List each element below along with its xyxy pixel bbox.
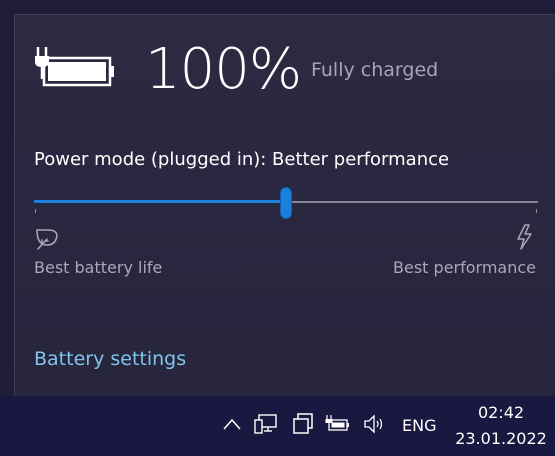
chevron-up-icon[interactable] [218,410,246,438]
taskbar: ENG 02:42 23.01.2022 [0,396,555,456]
task-view-icon[interactable] [289,410,317,438]
slider-fill [34,200,286,203]
screen: 100% Fully charged Power mode (plugged i… [0,0,555,456]
slider-thumb[interactable] [280,187,292,219]
plugged-battery-icon [35,47,114,87]
battery-flyout: 100% Fully charged Power mode (plugged i… [14,14,555,396]
battery-icon[interactable] [324,410,352,438]
lightning-bolt-icon [517,224,532,250]
volume-icon[interactable] [360,410,388,438]
battery-settings-link[interactable]: Battery settings [34,348,186,370]
power-mode-slider[interactable] [34,187,538,219]
leaf-icon [36,229,58,250]
charge-status: Fully charged [311,59,439,81]
clock[interactable]: 02:42 23.01.2022 [448,400,554,452]
clock-time: 02:42 [477,403,525,422]
best-battery-life-label: Best battery life [34,258,163,277]
battery-percentage: 100% [145,37,302,102]
slider-tick-start [35,209,36,213]
clock-date: 23.01.2022 [455,429,547,448]
best-performance-label: Best performance [393,258,536,277]
power-mode-label: Power mode (plugged in): Better performa… [34,149,450,170]
input-language[interactable]: ENG [402,416,436,435]
slider-tick-end [536,209,537,213]
network-icon[interactable] [253,410,281,438]
